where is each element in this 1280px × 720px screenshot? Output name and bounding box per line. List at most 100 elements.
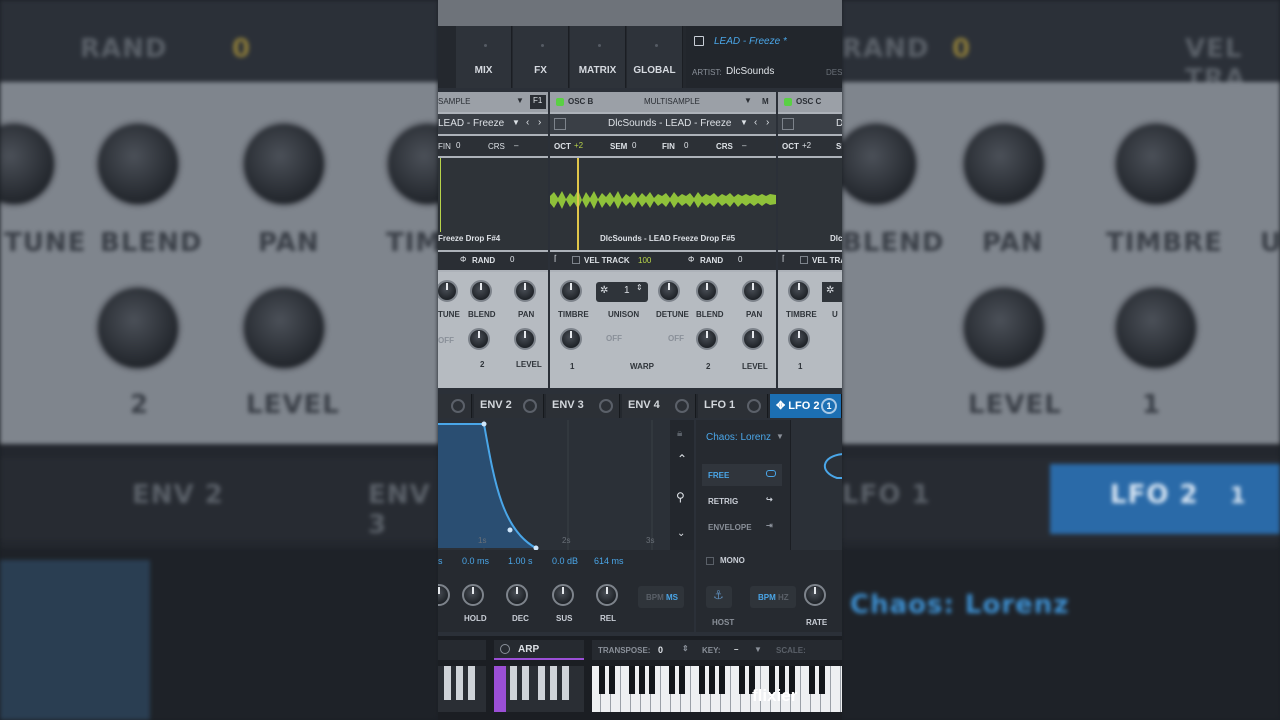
tab-env2[interactable]: ENV 2 — [474, 394, 544, 418]
osc-c-waveform[interactable]: Dlc — [778, 158, 842, 250]
tab-env1[interactable] — [438, 394, 472, 418]
release-knob[interactable] — [596, 584, 618, 606]
key-value[interactable]: – — [734, 645, 738, 654]
osc-b-sample-name[interactable]: DlcSounds - LEAD - Freeze — [608, 118, 731, 129]
chevron-down-icon[interactable]: ▼ — [744, 96, 752, 105]
mix-button[interactable]: MIX — [456, 26, 512, 88]
osc-a-type[interactable]: SAMPLE — [438, 97, 470, 106]
artist-value[interactable]: DlcSounds — [726, 66, 774, 77]
black-key[interactable] — [639, 666, 645, 694]
black-key[interactable] — [679, 666, 685, 694]
mini-keys-left[interactable] — [438, 666, 486, 712]
crs-value[interactable]: – — [742, 141, 746, 150]
sem-value[interactable]: 0 — [632, 141, 636, 150]
detune-knob[interactable] — [658, 280, 680, 302]
tab-lfo1[interactable]: LFO 1 — [698, 394, 768, 418]
attack-value[interactable]: s — [438, 556, 443, 566]
osc-b-enable-led[interactable] — [556, 98, 564, 106]
key[interactable] — [456, 666, 463, 700]
lock-icon[interactable]: 🔒︎ — [677, 428, 682, 439]
vel-track-checkbox[interactable] — [800, 256, 808, 264]
mod-ring-icon[interactable] — [675, 399, 689, 413]
piano-keyboard[interactable] — [592, 666, 842, 712]
white-key[interactable] — [832, 666, 841, 712]
tune-knob[interactable] — [438, 280, 458, 302]
black-key[interactable] — [719, 666, 725, 694]
osc-c-enable-led[interactable] — [784, 98, 792, 106]
stepper-icon[interactable]: ⇕ — [636, 283, 643, 292]
gear-icon[interactable]: ✲ — [600, 285, 608, 296]
crs-value[interactable]: – — [514, 141, 518, 150]
osc-a-tab-f1[interactable]: F1 — [530, 95, 546, 109]
mod-ring-icon[interactable] — [599, 399, 613, 413]
envelope-shape-icon[interactable]: ⌈ — [554, 254, 557, 263]
prev-sample-icon[interactable]: ‹ — [526, 117, 529, 128]
arp-keys[interactable] — [494, 666, 584, 712]
rate-knob[interactable] — [804, 584, 826, 606]
black-key[interactable] — [739, 666, 745, 694]
osc-b-waveform[interactable]: DlcSounds - LEAD Freeze Drop F#5 — [550, 158, 776, 250]
mono-checkbox[interactable] — [706, 557, 714, 565]
oct-value[interactable]: +2 — [574, 141, 583, 150]
envelope-shape-icon[interactable]: ⌈ — [782, 254, 785, 263]
black-key[interactable] — [819, 666, 825, 694]
tab-env4[interactable]: ENV 4 — [622, 394, 696, 418]
next-sample-icon[interactable]: › — [538, 117, 541, 128]
black-key[interactable] — [699, 666, 705, 694]
timbre-knob[interactable] — [788, 280, 810, 302]
chevron-down-icon[interactable]: ▼ — [516, 96, 524, 105]
chevron-down-icon[interactable]: ▼ — [740, 118, 748, 127]
pan-knob[interactable] — [514, 280, 536, 302]
matrix-button[interactable]: MATRIX — [570, 26, 626, 88]
key[interactable] — [522, 666, 529, 700]
fx-button[interactable]: FX — [513, 26, 569, 88]
chevron-down-icon[interactable]: ▼ — [776, 432, 784, 441]
pan-knob[interactable] — [742, 280, 764, 302]
fin-value[interactable]: 0 — [684, 141, 688, 150]
black-key[interactable] — [809, 666, 815, 694]
warp-knob[interactable] — [468, 328, 490, 350]
osc-a-waveform[interactable]: Freeze Drop F#4 — [438, 158, 548, 250]
gear-icon[interactable]: ✲ — [822, 282, 842, 302]
anchor-icon[interactable]: ⚓︎ — [706, 586, 732, 608]
oct-value[interactable]: +2 — [802, 141, 811, 150]
mod-ring-icon[interactable] — [747, 399, 761, 413]
search-icon[interactable]: ⚲ — [676, 490, 685, 504]
black-key[interactable] — [669, 666, 675, 694]
level-knob[interactable] — [742, 328, 764, 350]
key[interactable] — [468, 666, 475, 700]
attack-knob[interactable] — [438, 584, 450, 606]
key[interactable] — [538, 666, 545, 700]
black-key[interactable] — [649, 666, 655, 694]
preset-name[interactable]: LEAD - Freeze * — [714, 36, 787, 47]
warp-b-knob[interactable] — [696, 328, 718, 350]
lfo-mode-free[interactable]: FREE — [702, 464, 782, 486]
rand-value[interactable]: 0 — [510, 255, 514, 264]
fin-value[interactable]: 0 — [456, 141, 460, 150]
tab-env3[interactable]: ENV 3 — [546, 394, 620, 418]
hold-knob[interactable] — [462, 584, 484, 606]
lfo-shape-selector[interactable]: Chaos: Lorenz — [706, 432, 771, 443]
key[interactable] — [444, 666, 451, 700]
warp-a-knob[interactable] — [560, 328, 582, 350]
stepper-icon[interactable]: ⇕ — [682, 644, 689, 653]
global-button[interactable]: GLOBAL — [627, 26, 683, 88]
transpose-value[interactable]: 0 — [658, 645, 663, 655]
chevron-down-icon[interactable]: ▼ — [512, 118, 520, 127]
arp-power-icon[interactable] — [500, 644, 510, 654]
mod-ring-icon[interactable] — [523, 399, 537, 413]
blend-knob[interactable] — [696, 280, 718, 302]
chevron-down-icon[interactable]: ▼ — [754, 645, 762, 654]
black-key[interactable] — [709, 666, 715, 694]
tab-lfo2[interactable]: ✥ LFO 2 1 — [770, 394, 842, 418]
vel-track-value[interactable]: 100 — [638, 256, 651, 265]
download-icon[interactable] — [782, 118, 794, 130]
black-key[interactable] — [609, 666, 615, 694]
save-icon[interactable] — [694, 36, 704, 46]
key[interactable] — [550, 666, 557, 700]
decay-value[interactable]: 1.00 s — [508, 556, 533, 566]
osc-b-type[interactable]: MULTISAMPLE — [644, 97, 700, 106]
black-key[interactable] — [629, 666, 635, 694]
blend-knob[interactable] — [470, 280, 492, 302]
envelope-graph[interactable]: 1s 2s 3s — [438, 420, 670, 551]
